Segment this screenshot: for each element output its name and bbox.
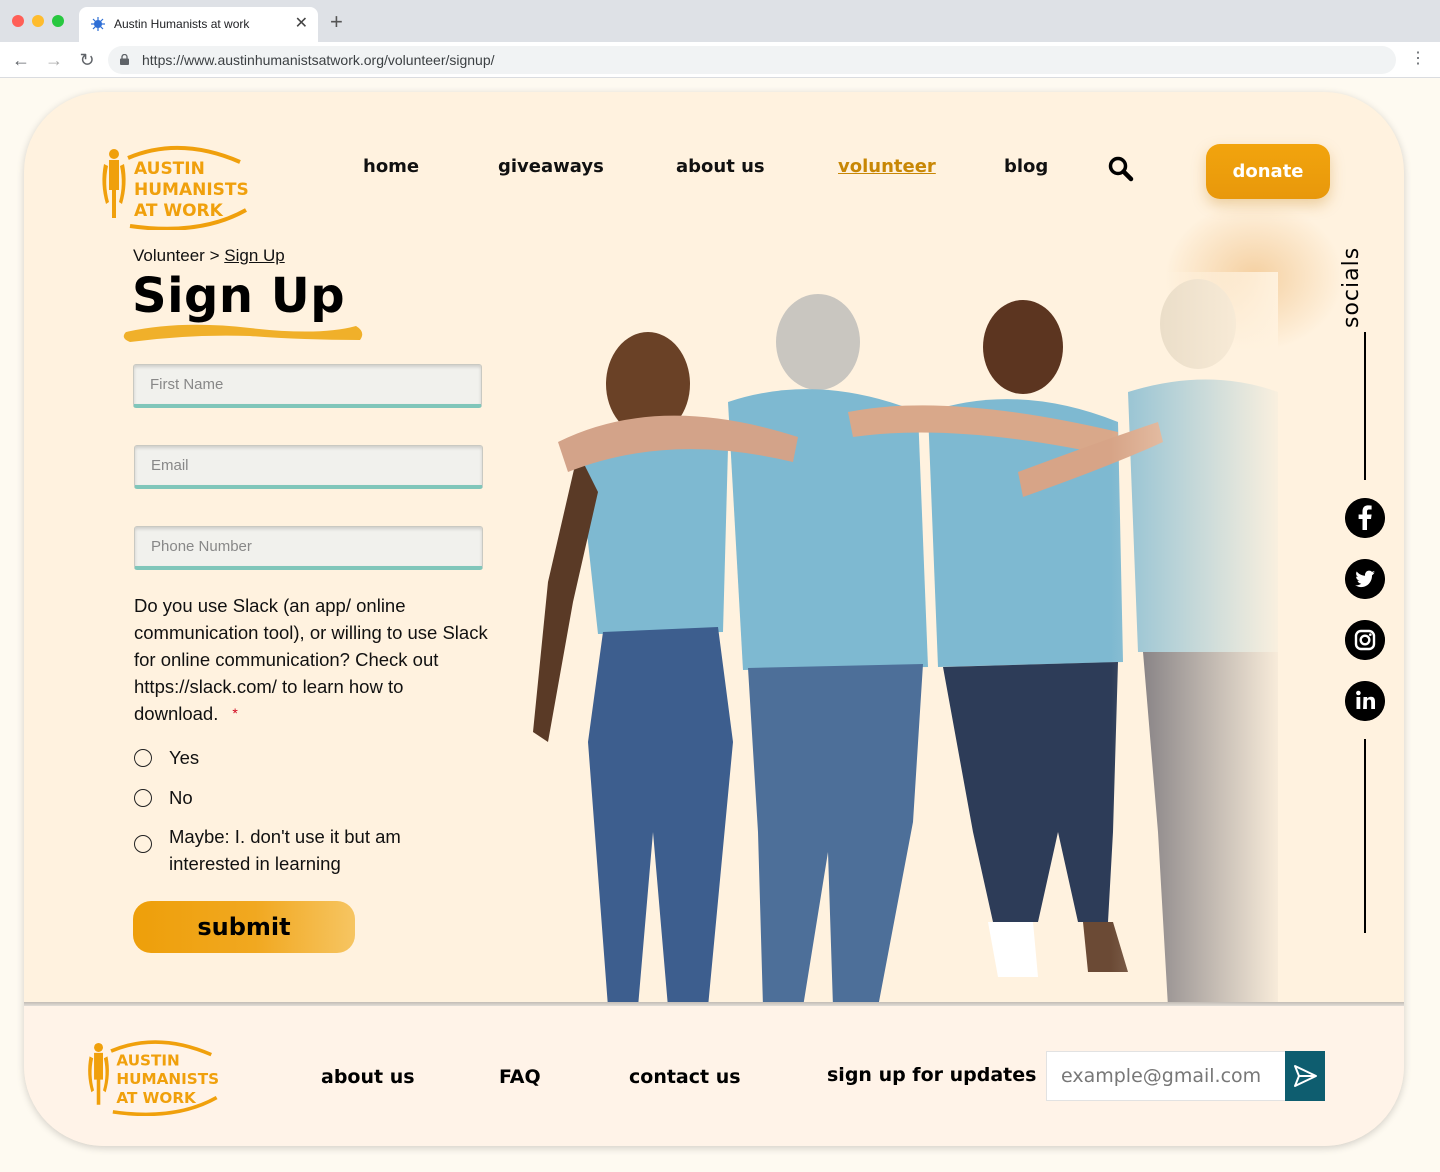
linkedin-icon[interactable] [1345, 681, 1385, 721]
forward-icon[interactable]: → [43, 49, 65, 71]
close-window-button[interactable] [12, 15, 24, 27]
breadcrumb: Volunteer > Sign Up [133, 246, 285, 266]
nav-giveaways[interactable]: giveaways [498, 156, 604, 177]
url-text: https://www.austinhumanistsatwork.org/vo… [142, 52, 495, 68]
footer-link-about-us[interactable]: about us [321, 1066, 415, 1088]
nav-volunteer[interactable]: volunteer [838, 156, 936, 177]
volunteers-photo [518, 272, 1278, 1007]
footer-link-faq[interactable]: FAQ [499, 1066, 541, 1088]
tab-close-icon[interactable]: ✕ [295, 14, 308, 34]
phone-field[interactable] [134, 526, 483, 570]
radio-label: Yes [169, 747, 200, 768]
page-title: Sign Up [132, 268, 346, 324]
new-tab-icon[interactable]: + [330, 11, 343, 33]
nav-about-us[interactable]: about us [676, 156, 765, 177]
page-card: AUSTIN HUMANISTS AT WORK home giveaways … [24, 92, 1404, 1146]
socials-label: socials [1339, 246, 1364, 328]
send-icon [1294, 1065, 1317, 1087]
svg-text:HUMANISTS: HUMANISTS [134, 180, 249, 200]
nav-home[interactable]: home [363, 156, 419, 177]
browser-tab[interactable]: Austin Humanists at work ✕ [79, 7, 318, 42]
radio-option-yes[interactable]: Yes [134, 744, 449, 771]
footer-link-contact-us[interactable]: contact us [629, 1066, 741, 1088]
browser-toolbar: ← → ↻ https://www.austinhumanistsatwork.… [0, 42, 1440, 78]
first-name-field[interactable] [133, 364, 482, 408]
radio-label: Maybe: I. don't use it but am interested… [169, 826, 401, 874]
search-icon[interactable] [1108, 156, 1134, 182]
browser-tab-strip: Austin Humanists at work ✕ + [0, 0, 1440, 42]
radio-button[interactable] [134, 835, 152, 853]
footer-logo[interactable]: AUSTIN HUMANISTS AT WORK [86, 1038, 222, 1116]
radio-option-no[interactable]: No [134, 784, 449, 811]
footer-signup-label: sign up for updates [827, 1064, 1037, 1086]
radio-option-maybe[interactable]: Maybe: I. don't use it but am interested… [134, 823, 449, 877]
slack-question-text: Do you use Slack (an app/ online communi… [134, 595, 488, 724]
footer-email-input[interactable] [1046, 1051, 1286, 1101]
svg-text:AUSTIN: AUSTIN [116, 1051, 179, 1069]
submit-button[interactable]: submit [133, 901, 355, 953]
radio-label: No [169, 787, 193, 808]
back-icon[interactable]: ← [10, 49, 32, 71]
tab-title: Austin Humanists at work [114, 17, 250, 31]
address-bar[interactable]: https://www.austinhumanistsatwork.org/vo… [108, 46, 1396, 74]
radio-button[interactable] [134, 749, 152, 767]
reload-icon[interactable]: ↻ [76, 49, 98, 71]
minimize-window-button[interactable] [32, 15, 44, 27]
socials-divider-top [1364, 332, 1366, 480]
lock-icon [120, 54, 129, 65]
slack-question: Do you use Slack (an app/ online communi… [134, 592, 494, 727]
required-marker: * [232, 705, 238, 721]
svg-text:AT WORK: AT WORK [116, 1089, 197, 1107]
breadcrumb-current[interactable]: Sign Up [224, 246, 284, 265]
facebook-icon[interactable] [1345, 498, 1385, 538]
svg-text:AT WORK: AT WORK [134, 201, 224, 221]
browser-menu-icon[interactable]: ⋮ [1410, 48, 1426, 70]
nav-blog[interactable]: blog [1004, 156, 1048, 177]
breadcrumb-parent[interactable]: Volunteer [133, 246, 205, 265]
maximize-window-button[interactable] [52, 15, 64, 27]
breadcrumb-separator: > [209, 246, 220, 265]
radio-button[interactable] [134, 789, 152, 807]
favicon-icon [91, 17, 105, 31]
site-footer: AUSTIN HUMANISTS AT WORK about us FAQ co… [24, 1006, 1404, 1146]
instagram-icon[interactable] [1345, 620, 1385, 660]
site-logo[interactable]: AUSTIN HUMANISTS AT WORK [100, 144, 252, 230]
socials-divider-bottom [1364, 739, 1366, 933]
svg-text:HUMANISTS: HUMANISTS [116, 1070, 219, 1088]
svg-text:AUSTIN: AUSTIN [134, 159, 205, 179]
email-field[interactable] [134, 445, 483, 489]
donate-button[interactable]: donate [1206, 144, 1330, 199]
twitter-icon[interactable] [1345, 559, 1385, 599]
footer-send-button[interactable] [1285, 1051, 1325, 1101]
